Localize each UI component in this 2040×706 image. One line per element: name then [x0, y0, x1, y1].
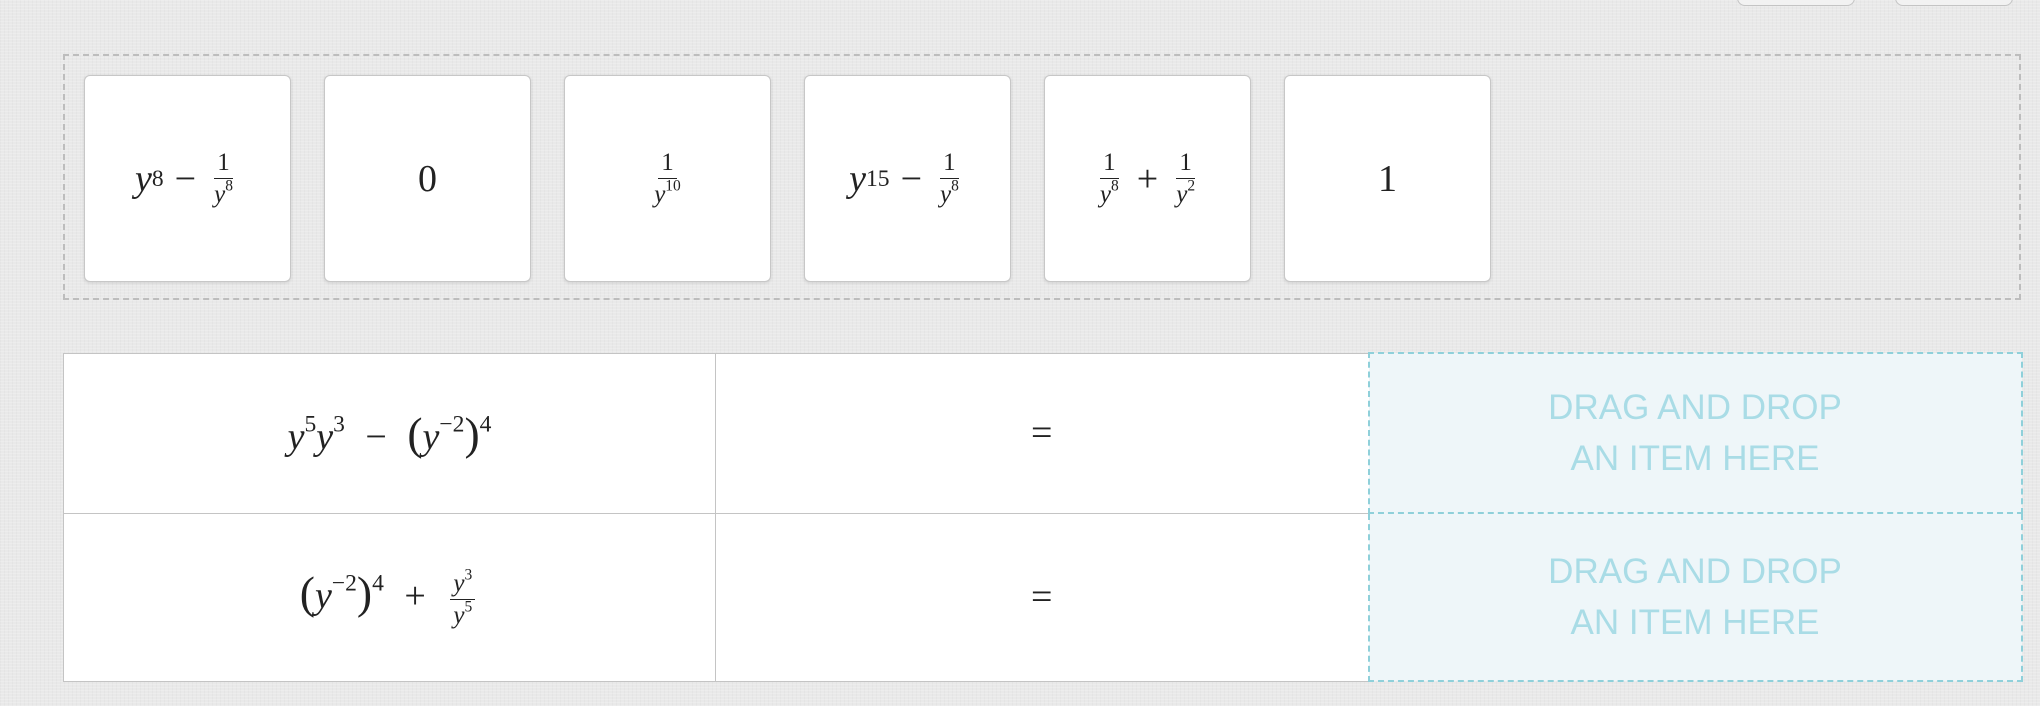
answer-tile-2[interactable]: 0: [324, 75, 531, 282]
table-row: y5y3 − (y−2)4 = DRAG AND DROP AN ITEM HE…: [63, 352, 2023, 514]
numerator: 1: [1176, 150, 1195, 179]
answer-bank: y8 − 1 y8 0 1 y10 y 15 − 1 y8 1 y8 + 1 y2: [63, 54, 2021, 300]
denominator: y10: [654, 177, 681, 208]
drop-zone-2[interactable]: DRAG AND DROP AN ITEM HERE: [1367, 512, 2023, 682]
equals-sign: =: [1031, 576, 1053, 618]
fraction: 1 y8: [211, 150, 236, 207]
fraction: 1 y10: [651, 150, 684, 207]
numerator: 1: [1100, 150, 1119, 179]
top-button-right[interactable]: [1895, 0, 2013, 6]
plus-sign: +: [404, 575, 426, 618]
value-one: 1: [1378, 157, 1397, 200]
matching-table: y5y3 − (y−2)4 = DRAG AND DROP AN ITEM HE…: [63, 352, 2023, 682]
answer-tile-5[interactable]: 1 y8 + 1 y2: [1044, 75, 1251, 282]
numerator: y3: [450, 567, 476, 600]
equals-cell-2: =: [715, 512, 1369, 682]
fraction: 1 y2: [1173, 150, 1198, 207]
value-zero: 0: [418, 157, 437, 200]
drop-zone-label-line2: AN ITEM HERE: [1570, 603, 1820, 642]
numerator: 1: [940, 150, 959, 179]
answer-tile-3[interactable]: 1 y10: [564, 75, 771, 282]
denominator: y8: [1099, 177, 1119, 208]
var-y: y: [849, 157, 867, 200]
drop-zone-1[interactable]: DRAG AND DROP AN ITEM HERE: [1367, 352, 2023, 514]
answer-tile-4[interactable]: y 15 − 1 y8: [804, 75, 1011, 282]
top-button-left[interactable]: [1737, 0, 1855, 6]
fraction: 1 y8: [1097, 150, 1122, 207]
drop-zone-label-line1: DRAG AND DROP: [1548, 552, 1842, 591]
denominator: y8: [214, 177, 233, 208]
minus-sign: −: [900, 157, 922, 200]
expression-cell-1: y5y3 − (y−2)4: [63, 352, 716, 514]
fraction: y3 y5: [450, 567, 476, 629]
minus-sign: −: [365, 415, 387, 458]
var-y: y: [135, 157, 152, 200]
numerator: 1: [214, 150, 233, 179]
denominator: y2: [1176, 177, 1196, 208]
table-row: (y−2)4 + y3 y5 = DRAG AND DROP AN ITEM H…: [63, 512, 2023, 682]
equals-cell-1: =: [715, 352, 1369, 514]
equals-sign: =: [1031, 412, 1053, 454]
answer-tile-1[interactable]: y8 − 1 y8: [84, 75, 291, 282]
minus-sign: −: [174, 157, 197, 200]
plus-sign: +: [1136, 157, 1159, 200]
denominator: y8: [940, 177, 959, 208]
denominator: y5: [453, 598, 473, 629]
expression-cell-2: (y−2)4 + y3 y5: [63, 512, 716, 682]
drop-zone-label-line1: DRAG AND DROP: [1548, 388, 1842, 427]
drop-zone-label-line2: AN ITEM HERE: [1570, 439, 1820, 478]
answer-tile-6[interactable]: 1: [1284, 75, 1491, 282]
fraction: 1 y8: [937, 150, 962, 207]
numerator: 1: [658, 150, 677, 179]
